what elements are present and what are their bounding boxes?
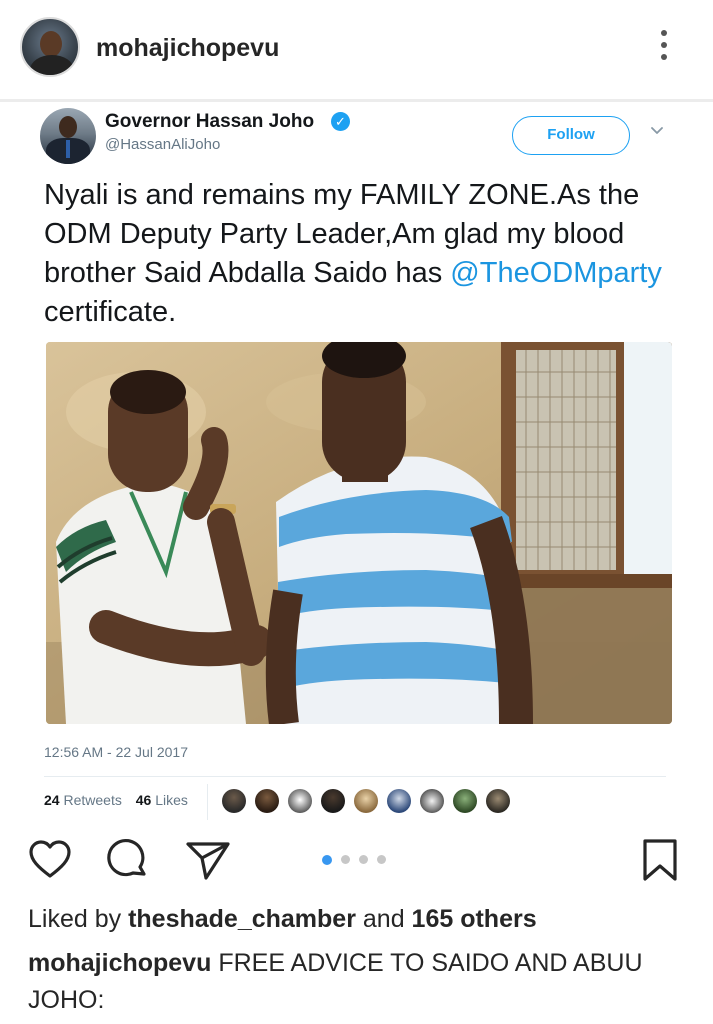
tweet-divider bbox=[44, 776, 666, 777]
tweet-author-name: Governor Hassan Joho bbox=[105, 111, 315, 132]
heart-icon[interactable] bbox=[26, 836, 74, 884]
tweet-photo bbox=[46, 342, 672, 724]
chevron-down-icon bbox=[651, 127, 663, 134]
likes-count: 46 bbox=[135, 792, 152, 808]
likes-summary: Liked by theshade_chamber and 165 others bbox=[28, 905, 537, 934]
liked-by-prefix: Liked by bbox=[28, 905, 129, 933]
stats-divider bbox=[207, 784, 208, 820]
post-username[interactable]: mohajichopevu bbox=[96, 34, 279, 63]
caption-username[interactable]: mohajichopevu bbox=[28, 949, 211, 977]
bookmark-icon[interactable] bbox=[636, 836, 684, 884]
comment-icon[interactable] bbox=[104, 836, 152, 884]
liker-avatar bbox=[255, 789, 279, 813]
liked-by-user[interactable]: theshade_chamber bbox=[128, 905, 356, 933]
liker-avatar bbox=[387, 789, 411, 813]
liked-by-others[interactable]: 165 others bbox=[412, 905, 537, 933]
tweet-author-handle: @HassanAliJoho bbox=[105, 136, 221, 153]
tweet-stats: 24 Retweets 46 Likes bbox=[44, 792, 188, 808]
likes-label: Likes bbox=[155, 792, 188, 808]
post-header: mohajichopevu bbox=[0, 0, 713, 98]
liker-avatar bbox=[321, 789, 345, 813]
more-vertical-icon[interactable] bbox=[654, 30, 674, 68]
retweets-label: Retweets bbox=[63, 792, 122, 808]
tweet-timestamp: 12:56 AM - 22 Jul 2017 bbox=[44, 744, 188, 760]
liker-avatar bbox=[486, 789, 510, 813]
follow-button: Follow bbox=[512, 116, 630, 155]
liker-avatar bbox=[420, 789, 444, 813]
carousel-dot bbox=[377, 855, 386, 864]
liker-avatar bbox=[354, 789, 378, 813]
profile-avatar[interactable] bbox=[20, 17, 80, 77]
retweets-count: 24 bbox=[44, 792, 60, 808]
verified-badge-icon: ✓ bbox=[331, 112, 350, 131]
post-actions bbox=[0, 826, 713, 896]
share-icon[interactable] bbox=[184, 836, 232, 884]
liked-by-and: and bbox=[355, 905, 412, 933]
carousel-dot bbox=[359, 855, 368, 864]
tweet-mention: @TheODMparty bbox=[450, 257, 662, 289]
tweet-text-end: certificate. bbox=[44, 296, 177, 328]
carousel-dot bbox=[341, 855, 350, 864]
post-caption: mohajichopevu FREE ADVICE TO SAIDO AND A… bbox=[28, 945, 688, 1019]
liker-avatar bbox=[222, 789, 246, 813]
liker-avatar bbox=[288, 789, 312, 813]
carousel-dot bbox=[322, 854, 332, 865]
liker-avatar bbox=[453, 789, 477, 813]
tweet-card: Governor Hassan Joho ✓ @HassanAliJoho Fo… bbox=[0, 102, 713, 824]
tweet-author-avatar bbox=[40, 108, 96, 164]
tweet-text: Nyali is and remains my FAMILY ZONE.As t… bbox=[44, 176, 664, 332]
